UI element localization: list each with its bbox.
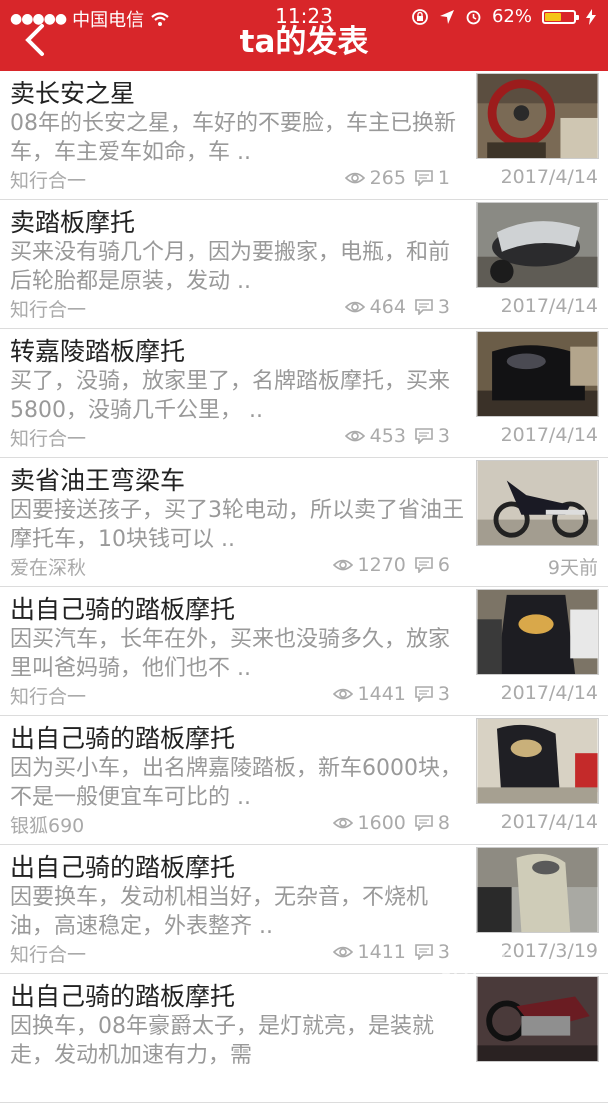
view-count: 265 [369, 167, 406, 189]
post-author[interactable]: 银狐690 [10, 811, 84, 838]
post-description: 买了，没骑，放家里了，名牌踏板摩托，买来5800，没骑几千公里， .. [10, 369, 451, 423]
view-count: 1600 [357, 812, 406, 834]
post-author[interactable]: 爱在深秋 [10, 553, 86, 580]
view-count: 1411 [357, 941, 406, 963]
post-stats: 1600 8 [332, 812, 450, 834]
post-date: 2017/4/14 [500, 811, 598, 833]
post-list: 卖长安之星 08年的长安之星，车好的不要脸，车主已换新车，车主爱车如命，车 .. 知… [0, 71, 608, 1103]
post-thumbnail[interactable] [476, 589, 599, 675]
post-description: 08年的长安之星，车好的不要脸，车主已换新车，车主爱车如命，车 .. [10, 111, 456, 165]
comment-icon [415, 428, 433, 444]
header-bar: ●●●●● 中国电信 11:23 62% ta的发表 [0, 0, 608, 71]
post-item[interactable]: 卖踏板摩托买来没有骑几个月，因为要搬家，电瓶，和前后轮胎都是原装，发动 .. 知行… [0, 200, 608, 329]
post-author[interactable]: 知行合一 [10, 940, 86, 967]
post-item[interactable]: 卖省油王弯梁车因要接送孩子，买了3轮电动，所以卖了省油王摩托车，10块钱可以 .… [0, 458, 608, 587]
eye-icon [332, 817, 353, 829]
post-item[interactable]: 出自己骑的踏板摩托因为买小车，出名牌嘉陵踏板，新车6000块，不是一般便宜车可比… [0, 716, 608, 845]
view-count: 453 [369, 425, 406, 447]
post-title: 卖长安之星 [10, 79, 136, 108]
eye-icon [344, 430, 365, 442]
comment-count: 8 [437, 812, 450, 834]
post-date: 9天前 [547, 557, 598, 579]
comment-count: 3 [437, 683, 450, 705]
post-title: 出自己骑的踏板摩托 [10, 595, 236, 624]
view-count: 464 [369, 296, 406, 318]
post-item[interactable]: 出自己骑的踏板摩托因要换车，发动机相当好，无杂音，不烧机油，高速稳定，外表整齐 … [0, 845, 608, 974]
post-title: 转嘉陵踏板摩托 [10, 337, 186, 366]
post-stats: 464 3 [344, 296, 450, 318]
post-title: 出自己骑的踏板摩托 [10, 724, 236, 753]
post-date: 2017/3/19 [500, 940, 598, 962]
post-description: 买来没有骑几个月，因为要搬家，电瓶，和前后轮胎都是原装，发动 .. [10, 240, 451, 294]
post-description: 因为买小车，出名牌嘉陵踏板，新车6000块，不是一般便宜车可比的 .. [10, 756, 462, 810]
comment-icon [415, 557, 433, 573]
comment-count: 3 [437, 941, 450, 963]
post-item[interactable]: 卖长安之星 08年的长安之星，车好的不要脸，车主已换新车，车主爱车如命，车 .. 知… [0, 71, 608, 200]
post-thumbnail[interactable] [476, 73, 599, 159]
post-description: 因换车，08年豪爵太子，是灯就亮，是装就走，发动机加速有力，需 [10, 1014, 434, 1068]
post-date: 2017/4/14 [500, 295, 598, 317]
post-thumbnail[interactable] [476, 976, 599, 1062]
post-description: 因要换车，发动机相当好，无杂音，不烧机油，高速稳定，外表整齐 .. [10, 885, 429, 939]
post-author[interactable]: 知行合一 [10, 166, 86, 193]
comment-count: 3 [437, 425, 450, 447]
comment-icon [415, 944, 433, 960]
comment-icon [415, 815, 433, 831]
post-stats: 1270 6 [332, 554, 450, 576]
view-count: 1441 [357, 683, 406, 705]
post-item[interactable]: 出自己骑的踏板摩托因换车，08年豪爵太子，是灯就亮，是装就走，发动机加速有力，需 [0, 974, 608, 1103]
post-title: 卖踏板摩托 [10, 208, 136, 237]
post-description: 因要接送孩子，买了3轮电动，所以卖了省油王摩托车，10块钱可以 .. [10, 498, 464, 552]
post-title: 出自己骑的踏板摩托 [10, 853, 236, 882]
post-thumbnail[interactable] [476, 202, 599, 288]
post-title: 卖省油王弯梁车 [10, 466, 186, 495]
post-thumbnail[interactable] [476, 847, 599, 933]
comment-icon [415, 686, 433, 702]
post-stats: 1441 3 [332, 683, 450, 705]
post-author[interactable]: 知行合一 [10, 295, 86, 322]
post-stats: 1411 3 [332, 941, 450, 963]
page-title: ta的发表 [239, 24, 369, 60]
post-thumbnail[interactable] [476, 331, 599, 417]
post-thumbnail[interactable] [476, 718, 599, 804]
eye-icon [344, 301, 365, 313]
post-item[interactable]: 转嘉陵踏板摩托买了，没骑，放家里了，名牌踏板摩托，买来5800，没骑几千公里， … [0, 329, 608, 458]
post-item[interactable]: 出自己骑的踏板摩托因买汽车，长年在外，买来也没骑多久，放家里叫爸妈骑，他们也不 … [0, 587, 608, 716]
post-title: 出自己骑的踏板摩托 [10, 982, 236, 1011]
eye-icon [332, 946, 353, 958]
eye-icon [332, 559, 353, 571]
view-count: 1270 [357, 554, 406, 576]
eye-icon [332, 688, 353, 700]
comment-count: 1 [437, 167, 450, 189]
post-stats: 453 3 [344, 425, 450, 447]
post-thumbnail[interactable] [476, 460, 599, 546]
post-author[interactable]: 知行合一 [10, 682, 86, 709]
post-date: 2017/4/14 [500, 682, 598, 704]
comment-icon [415, 170, 433, 186]
post-date: 2017/4/14 [500, 424, 598, 446]
comment-count: 6 [437, 554, 450, 576]
post-author[interactable]: 知行合一 [10, 424, 86, 451]
post-description: 因买汽车，长年在外，买来也没骑多久，放家里叫爸妈骑，他们也不 .. [10, 627, 451, 681]
post-date: 2017/4/14 [500, 166, 598, 188]
post-stats: 265 1 [344, 167, 450, 189]
eye-icon [344, 172, 365, 184]
comment-count: 3 [437, 296, 450, 318]
comment-icon [415, 299, 433, 315]
